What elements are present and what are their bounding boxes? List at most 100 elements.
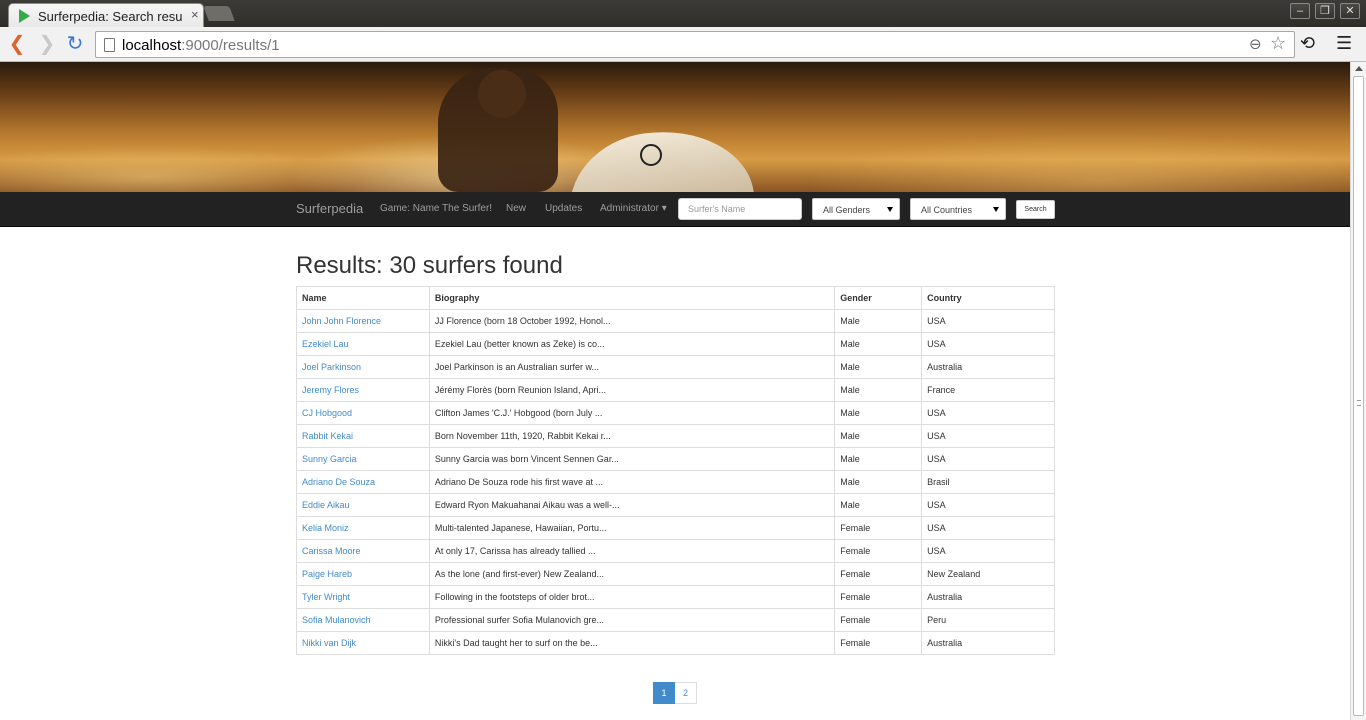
brand-link[interactable]: Surferpedia	[296, 201, 363, 216]
table-row: Carissa Moore At only 17, Carissa has alr…	[296, 539, 1055, 563]
biography-cell: Adriano De Souza rode his first wave at …	[428, 470, 836, 494]
country-cell: Peru	[921, 608, 1055, 632]
table-row: Tyler Wright Following in the footsteps o…	[296, 585, 1055, 609]
surfer-name-link[interactable]: Sunny Garcia	[296, 447, 430, 471]
reload-icon[interactable]: ↻	[63, 33, 87, 55]
bookmark-star-icon[interactable]: ☆	[1270, 33, 1286, 54]
close-window-button[interactable]: ✕	[1340, 3, 1360, 19]
results-table: Name Biography Gender Country John John …	[296, 286, 1055, 655]
scrollbar-thumb[interactable]	[1353, 76, 1364, 716]
page-icon	[104, 38, 115, 52]
gender-cell: Female	[834, 562, 923, 586]
biography-cell: Sunny Garcia was born Vincent Sennen Gar…	[428, 447, 836, 471]
scroll-up-arrow-icon[interactable]	[1355, 66, 1363, 71]
minimize-button[interactable]: –	[1290, 3, 1310, 19]
gender-cell: Male	[834, 401, 923, 425]
administrator-label: Administrator	[600, 203, 659, 214]
pagination: 12	[653, 682, 697, 704]
table-row: Sofia Mulanovich Professional surfer Sofi…	[296, 608, 1055, 632]
forward-arrow-icon[interactable]: ❯	[35, 33, 59, 55]
biography-cell: Ezekiel Lau (better known as Zeke) is co…	[428, 332, 836, 356]
column-header-biography: Biography	[428, 286, 836, 310]
surfer-name-link[interactable]: Ezekiel Lau	[296, 332, 430, 356]
country-cell: France	[921, 378, 1055, 402]
surfer-name-link[interactable]: Eddie Aikau	[296, 493, 430, 517]
biography-cell: As the lone (and first-ever) New Zealand…	[428, 562, 836, 586]
country-cell: Australia	[921, 355, 1055, 379]
table-row: Sunny Garcia Sunny Garcia was born Vincen…	[296, 447, 1055, 471]
surfer-name-link[interactable]: Jeremy Flores	[296, 378, 430, 402]
table-row: John John Florence JJ Florence (born 18 O…	[296, 309, 1055, 333]
country-select[interactable]: All Countries	[910, 198, 1006, 220]
menu-icon[interactable]: ☰	[1336, 33, 1352, 54]
table-header-row: Name Biography Gender Country	[296, 286, 1055, 310]
table-row: Ezekiel Lau Ezekiel Lau (better known as …	[296, 332, 1055, 356]
country-select-value: All Countries	[921, 205, 973, 215]
browser-toolbar: ❮ ❯ ↻ localhost:9000/results/1 ⊖ ☆ ⟲ ☰	[0, 27, 1366, 62]
surfer-name-link[interactable]: Carissa Moore	[296, 539, 430, 563]
table-row: Adriano De Souza Adriano De Souza rode hi…	[296, 470, 1055, 494]
table-row: Kelia Moniz Multi-talented Japanese, Hawa…	[296, 516, 1055, 540]
surfer-name-link[interactable]: Adriano De Souza	[296, 470, 430, 494]
gender-cell: Male	[834, 332, 923, 356]
biography-cell: Clifton James 'C.J.' Hobgood (born July …	[428, 401, 836, 425]
tab-close-icon[interactable]: ×	[191, 7, 199, 22]
biography-cell: Jérémy Florès (born Reunion Island, Apri…	[428, 378, 836, 402]
surfer-head	[478, 70, 526, 118]
surfer-name-link[interactable]: Tyler Wright	[296, 585, 430, 609]
country-cell: Australia	[921, 631, 1055, 655]
grip-icon	[1357, 400, 1361, 406]
surfer-name-link[interactable]: John John Florence	[296, 309, 430, 333]
sync-extension-icon[interactable]: ⟲	[1300, 33, 1315, 54]
column-header-name: Name	[296, 286, 430, 310]
country-cell: USA	[921, 332, 1055, 356]
surfer-name-link[interactable]: Joel Parkinson	[296, 355, 430, 379]
page-link-2[interactable]: 2	[675, 682, 697, 704]
biography-cell: Born November 11th, 1920, Rabbit Kekai r…	[428, 424, 836, 448]
gender-select-value: All Genders	[823, 205, 871, 215]
restore-button[interactable]: ❐	[1315, 3, 1335, 19]
country-cell: USA	[921, 516, 1055, 540]
surfer-name-search-input[interactable]	[678, 198, 802, 220]
gender-cell: Male	[834, 309, 923, 333]
results-table-body: John John Florence JJ Florence (born 18 O…	[296, 309, 1055, 655]
column-header-gender: Gender	[834, 286, 923, 310]
back-arrow-icon[interactable]: ❮	[5, 33, 29, 55]
country-cell: USA	[921, 539, 1055, 563]
table-row: Nikki van Dijk Nikki's Dad taught her to …	[296, 631, 1055, 655]
surfer-name-link[interactable]: Rabbit Kekai	[296, 424, 430, 448]
surfer-name-link[interactable]: Sofia Mulanovich	[296, 608, 430, 632]
page-viewport: Surferpedia Game: Name The Surfer! New U…	[0, 62, 1350, 720]
table-row: Joel Parkinson Joel Parkinson is an Austr…	[296, 355, 1055, 379]
vertical-scrollbar[interactable]	[1350, 62, 1366, 720]
hero-banner-image	[0, 62, 1350, 192]
site-navbar: Surferpedia Game: Name The Surfer! New U…	[0, 192, 1350, 227]
search-button[interactable]: Search	[1016, 200, 1055, 219]
table-row: Rabbit Kekai Born November 11th, 1920, Ra…	[296, 424, 1055, 448]
table-row: Eddie Aikau Edward Ryon Makuahanai Aikau …	[296, 493, 1055, 517]
country-cell: New Zealand	[921, 562, 1055, 586]
chevron-down-icon	[887, 207, 893, 212]
tab-title: Surferpedia: Search results	[38, 9, 183, 24]
new-tab-button[interactable]	[203, 6, 235, 21]
nav-link-updates[interactable]: Updates	[545, 203, 582, 214]
surfer-name-link[interactable]: Kelia Moniz	[296, 516, 430, 540]
nav-link-game[interactable]: Game: Name The Surfer!	[380, 203, 492, 214]
gender-cell: Male	[834, 493, 923, 517]
url-text[interactable]: localhost:9000/results/1	[122, 37, 280, 54]
nav-link-administrator[interactable]: Administrator ▾	[600, 203, 667, 214]
gender-select[interactable]: All Genders	[812, 198, 900, 220]
biography-cell: JJ Florence (born 18 October 1992, Honol…	[428, 309, 836, 333]
table-row: Paige Hareb As the lone (and first-ever) …	[296, 562, 1055, 586]
surfer-name-link[interactable]: CJ Hobgood	[296, 401, 430, 425]
nav-link-new[interactable]: New	[506, 203, 526, 214]
address-bar[interactable]: localhost:9000/results/1 ⊖ ☆	[95, 31, 1295, 58]
browser-tab[interactable]: Surferpedia: Search results ×	[8, 3, 204, 28]
surfer-name-link[interactable]: Nikki van Dijk	[296, 631, 430, 655]
dropdown-caret-icon: ▾	[661, 203, 667, 214]
gender-cell: Female	[834, 631, 923, 655]
page-link-1[interactable]: 1	[653, 682, 675, 704]
surfer-name-link[interactable]: Paige Hareb	[296, 562, 430, 586]
zoom-icon[interactable]: ⊖	[1249, 35, 1262, 53]
column-header-country: Country	[921, 286, 1055, 310]
